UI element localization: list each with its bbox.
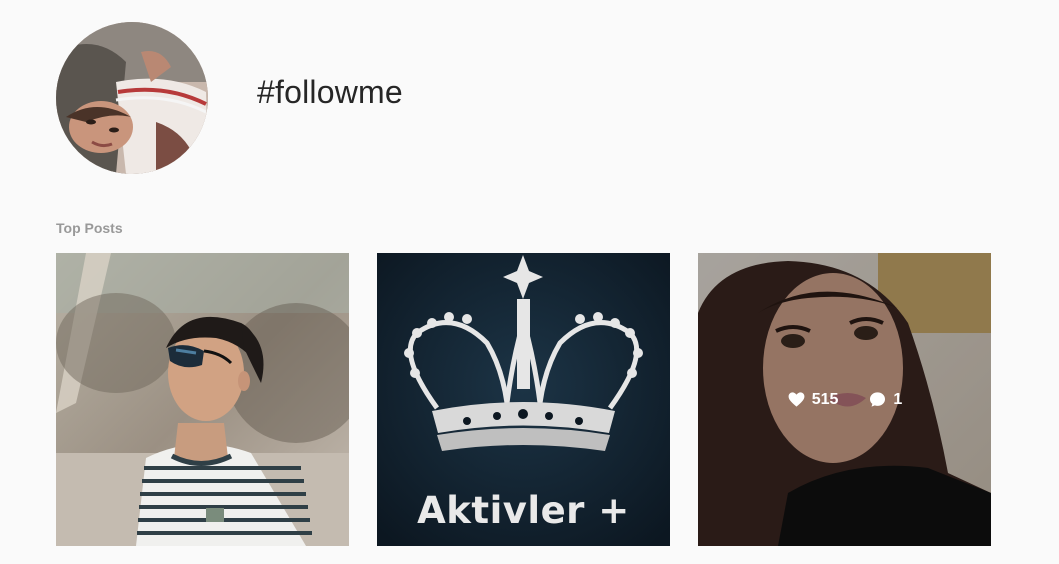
top-posts-grid: Aktivler + 515 1 <box>56 253 991 546</box>
top-posts-label: Top Posts <box>56 220 123 236</box>
post-3-overlay: 515 1 <box>698 253 991 546</box>
post-3-likes: 515 <box>787 390 839 409</box>
heart-icon <box>788 392 805 407</box>
post-3-comments: 1 <box>868 390 902 409</box>
post-thumbnail-3[interactable]: 515 1 <box>698 253 991 546</box>
post-thumbnail-2[interactable]: Aktivler + <box>377 253 670 546</box>
post-3-likes-count: 515 <box>811 390 839 408</box>
post-1-overlay <box>56 253 349 546</box>
hashtag-page: #followme Top Posts Aktivler + 515 1 <box>0 0 1059 564</box>
post-2-caption: Aktivler + <box>417 489 630 532</box>
hashtag-header: #followme <box>56 22 956 175</box>
hashtag-avatar[interactable] <box>56 22 208 174</box>
comment-icon <box>870 392 886 407</box>
post-thumbnail-1[interactable] <box>56 253 349 546</box>
hashtag-title: #followme <box>257 74 403 110</box>
post-3-comments-count: 1 <box>893 390 903 408</box>
avatar-photo <box>56 22 208 174</box>
